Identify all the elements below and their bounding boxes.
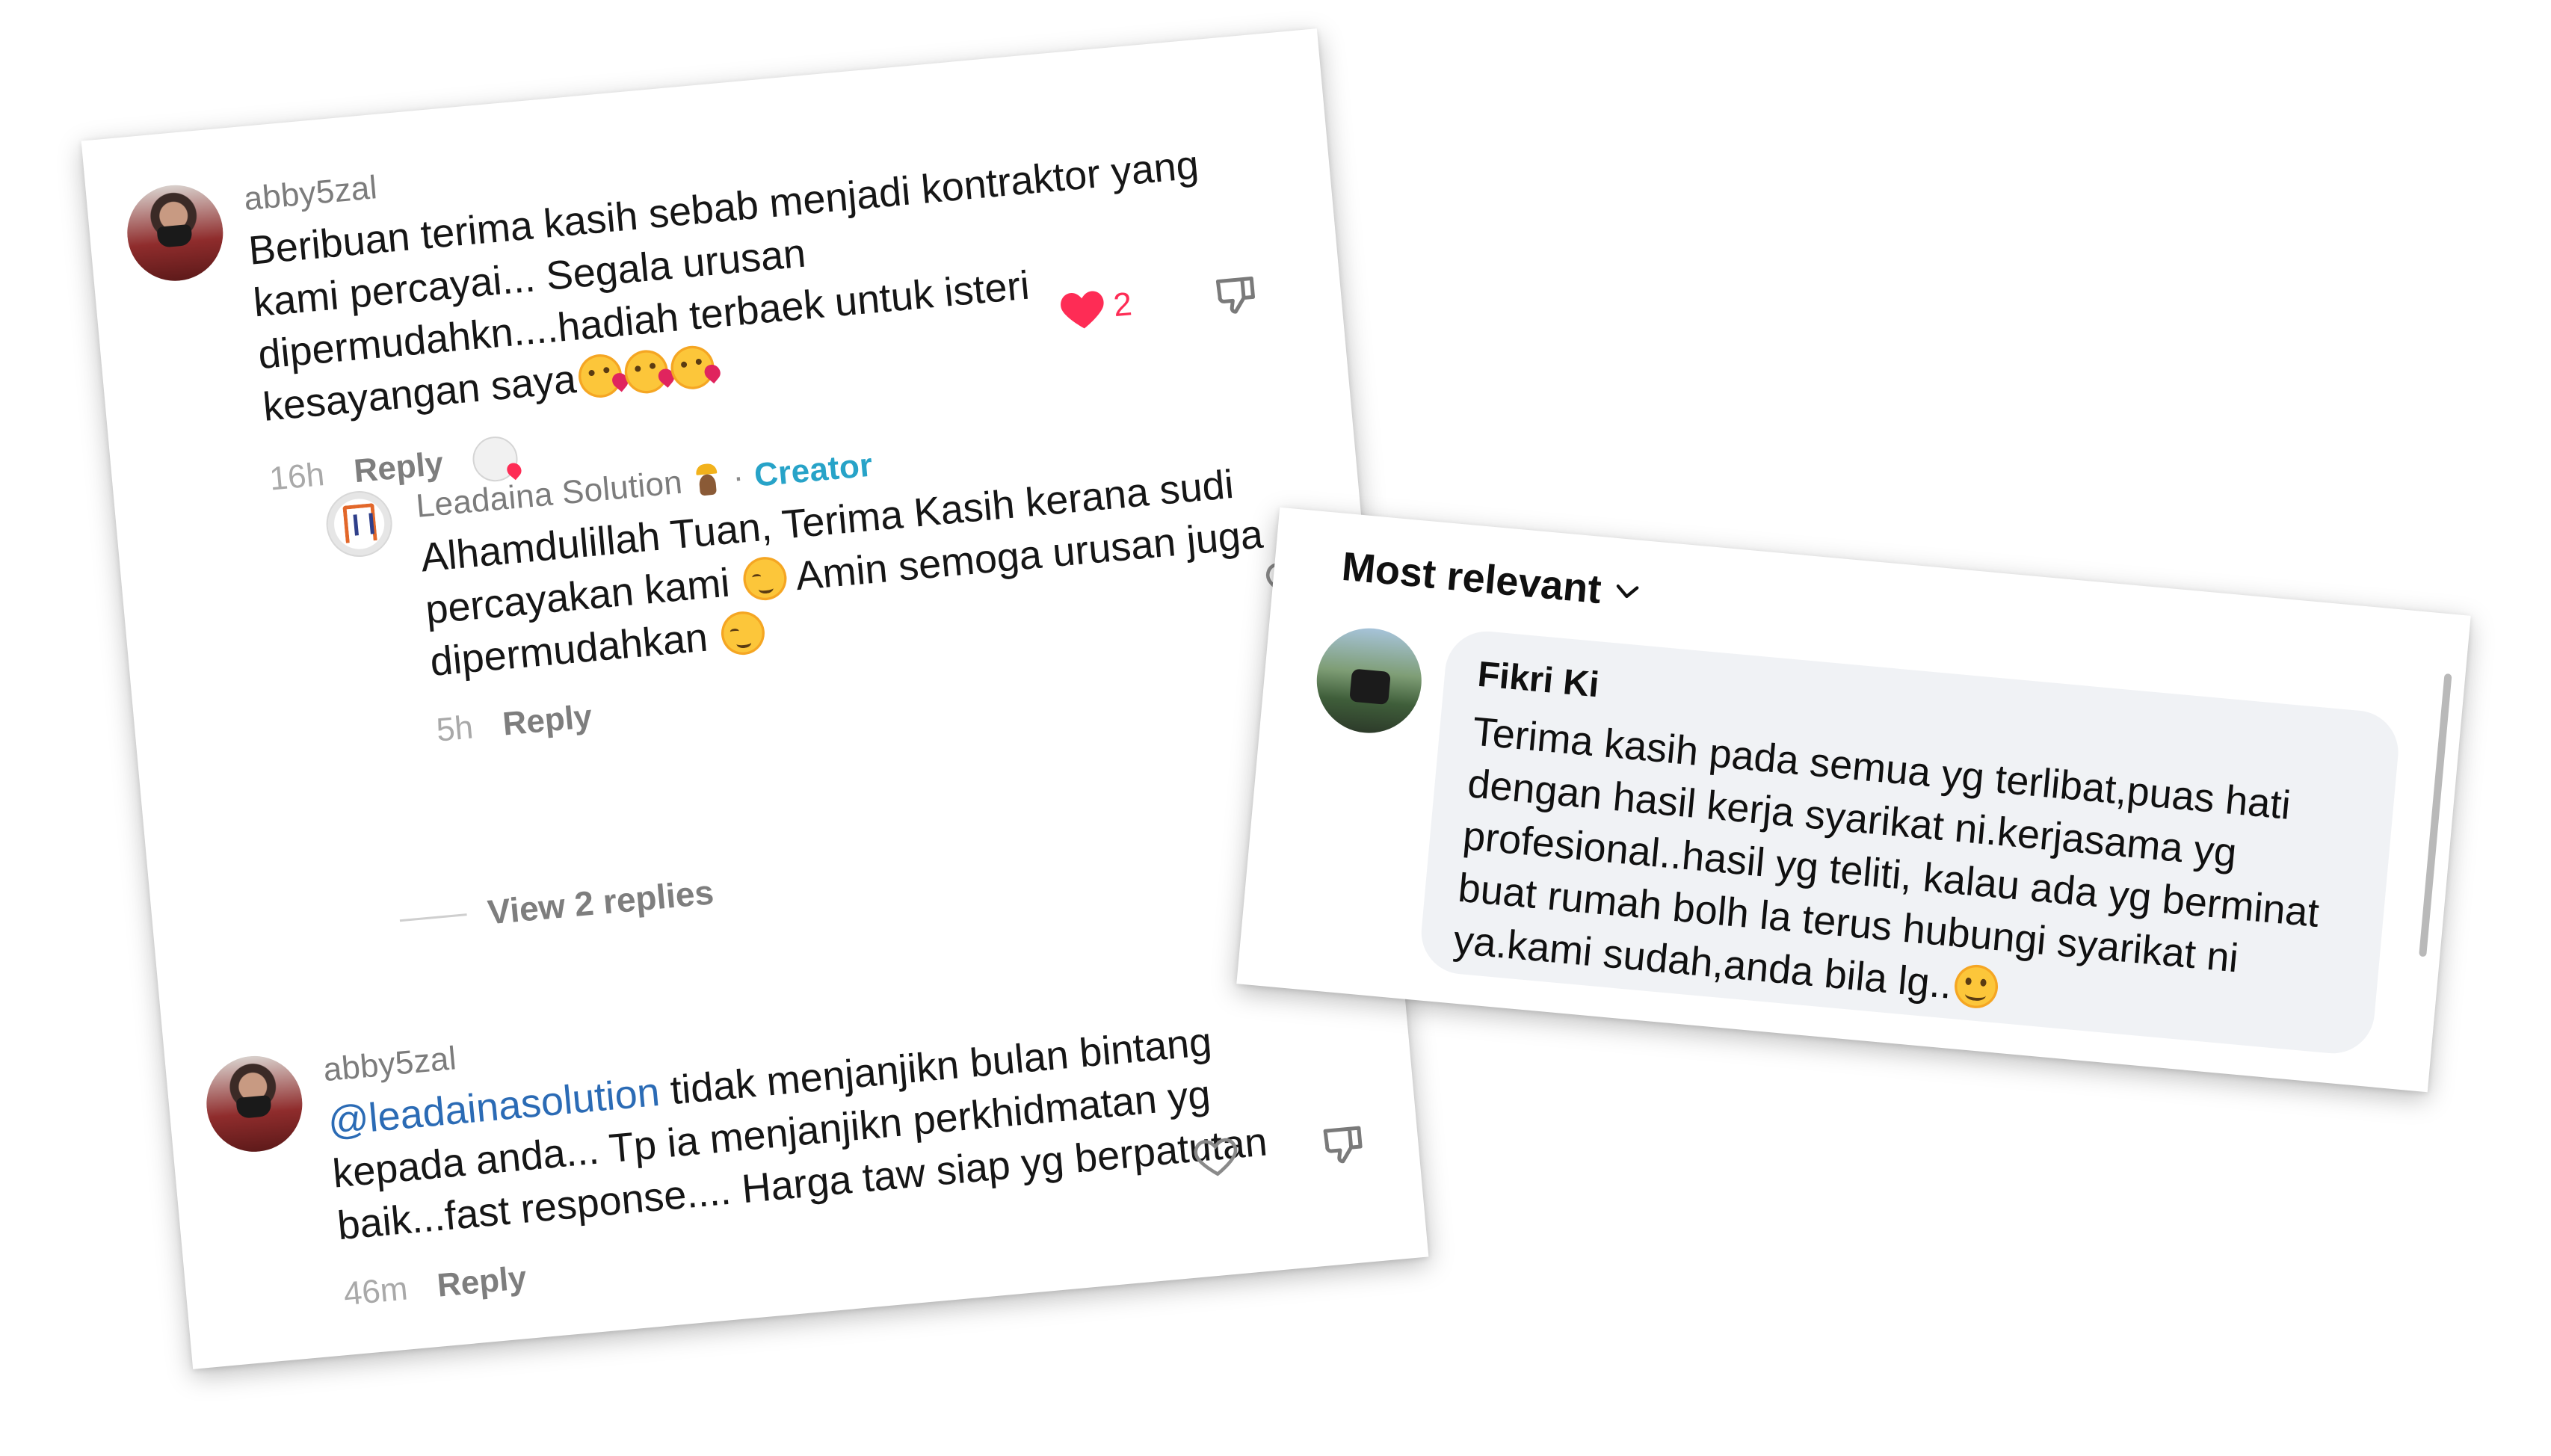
kissing-heart-emoji-icon [576,352,624,400]
comment-time: 16h [268,456,327,498]
like-button[interactable]: 2 [1057,283,1134,333]
avatar[interactable] [123,181,227,286]
username-text[interactable]: abby5zal [242,167,379,220]
comment-time: 46m [342,1270,410,1313]
heart-filled-icon [1057,285,1108,333]
creator-separator: · [731,458,746,496]
comment-item: abby5zal @leadainasolution tidak menjanj… [202,954,1395,1324]
view-replies-button[interactable]: View 2 replies [398,872,715,940]
like-button[interactable] [1191,1133,1241,1179]
dislike-icon[interactable] [1319,1120,1368,1169]
facebook-comments-panel: Most relevant Fikri Ki Terima kasih pada… [1236,507,2471,1093]
chevron-down-icon[interactable] [1614,582,1641,602]
avatar[interactable] [1312,623,1426,738]
scrollbar[interactable] [2419,673,2452,957]
smiling-face-emoji-icon [741,555,789,602]
view-replies-label[interactable]: View 2 replies [486,872,715,932]
heart-outline-icon [1191,1133,1241,1179]
kissing-heart-emoji-icon [669,344,717,392]
construction-worker-emoji-icon [691,463,724,498]
reply-button[interactable]: Reply [501,698,593,744]
sort-dropdown[interactable]: Most relevant [1340,543,1642,617]
kissing-heart-emoji-icon [623,348,670,395]
dislike-icon[interactable] [1212,271,1260,319]
like-count: 2 [1111,286,1134,324]
creator-avatar[interactable] [323,488,395,560]
avatar[interactable] [202,1052,306,1156]
reply-button[interactable]: Reply [436,1259,528,1305]
comment-bubble: Fikri Ki Terima kasih pada semua yg terl… [1417,627,2402,1058]
smiling-face-emoji-icon [1952,963,2000,1011]
sort-label[interactable]: Most relevant [1340,543,1603,613]
liked-by-creator-icon [471,434,520,484]
smiling-face-emoji-icon [719,609,767,657]
divider-line [399,913,467,922]
username-text[interactable]: abby5zal [321,1037,458,1091]
comment-time: 5h [434,709,475,749]
tiktok-comments-panel: abby5zal Beribuan terima kasih sebab men… [81,28,1460,1369]
